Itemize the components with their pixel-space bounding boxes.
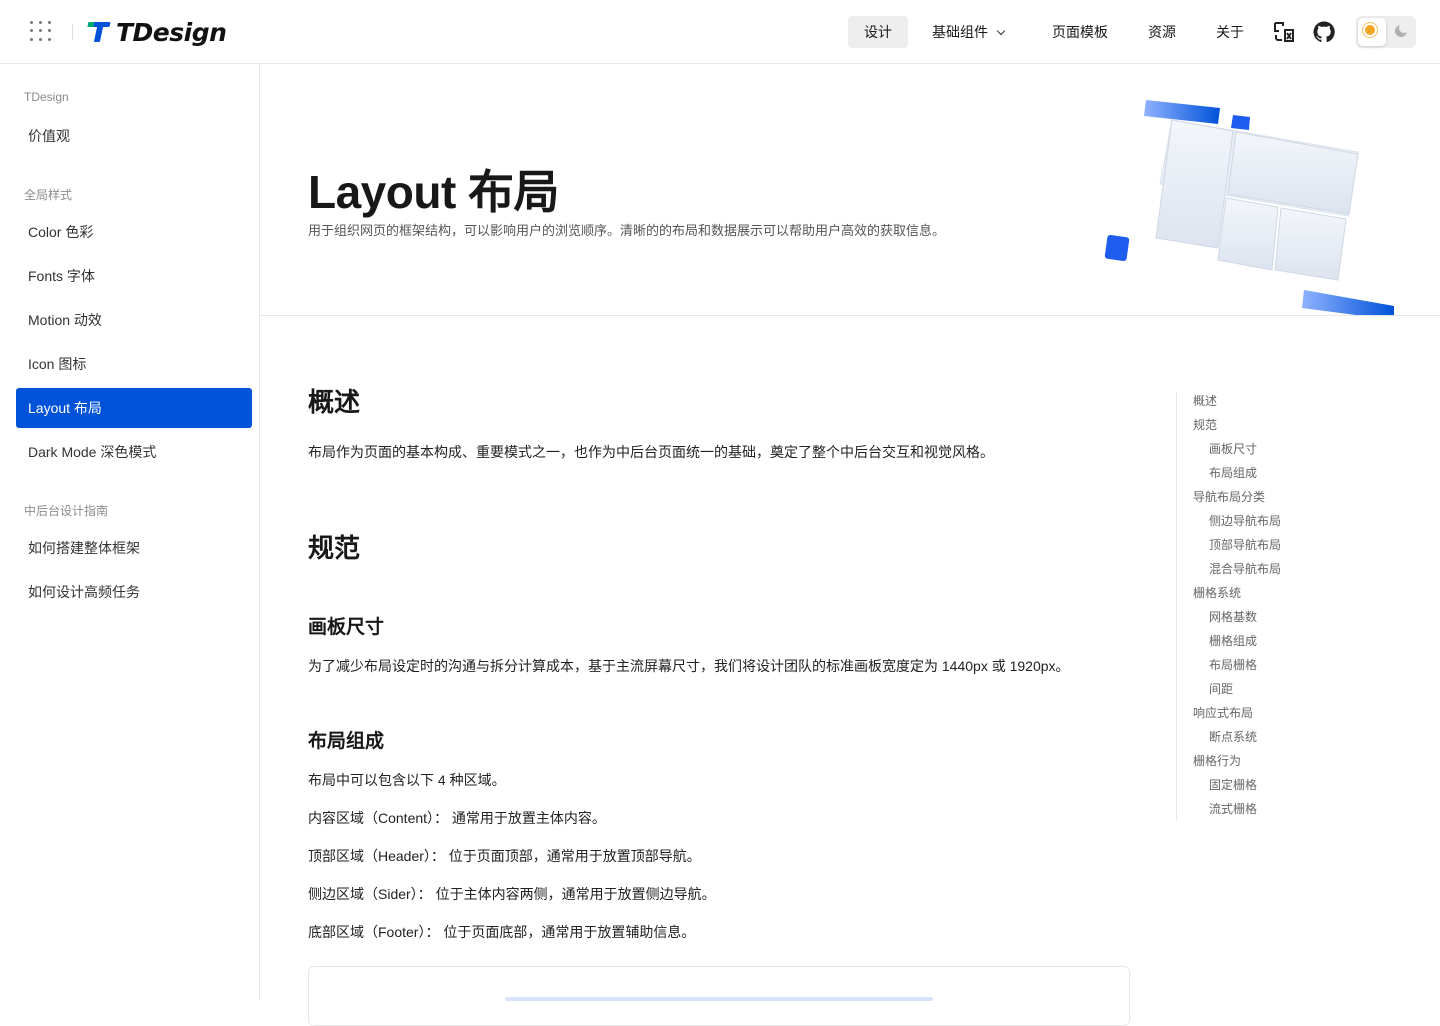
overview-text: 布局作为页面的基本构成、重要模式之一，也作为中后台页面统一的基础，奠定了整个中后…	[308, 444, 994, 460]
moon-icon	[1395, 23, 1409, 37]
layout-illustration	[1104, 100, 1394, 315]
toc-item[interactable]: 断点系统	[1209, 728, 1257, 745]
layout-demo-frame	[308, 966, 1130, 1026]
main-nav: 设计 基础组件 页面模板 资源 关于	[0, 16, 1440, 48]
toc-item[interactable]: 栅格行为	[1193, 752, 1241, 769]
page-title: Layout 布局	[308, 166, 560, 218]
compose-item: 顶部区域（Header）： 位于页面顶部，通常用于放置顶部导航。	[308, 848, 701, 864]
nav-item-resources[interactable]: 资源	[1132, 16, 1192, 48]
sidebar-item-color[interactable]: Color 色彩	[16, 212, 252, 252]
toc-item[interactable]: 固定栅格	[1209, 776, 1257, 793]
subsection-title-canvas: 画板尺寸	[308, 617, 385, 638]
section-title-spec: 规范	[308, 533, 361, 563]
toc-item[interactable]: 网格基数	[1209, 608, 1257, 625]
nav-item-templates[interactable]: 页面模板	[1036, 16, 1124, 48]
sidebar-item-icon[interactable]: Icon 图标	[16, 344, 252, 384]
toc-item[interactable]: 侧边导航布局	[1209, 512, 1281, 529]
section-title-overview: 概述	[308, 387, 361, 417]
sidebar-group-title: TDesign	[24, 90, 69, 104]
subsection-title-compose: 布局组成	[308, 731, 385, 752]
toc-item[interactable]: 布局栅格	[1209, 656, 1257, 673]
compose-item: 侧边区域（Sider）： 位于主体内容两侧，通常用于放置侧边导航。	[308, 886, 716, 902]
toc-item[interactable]: 布局组成	[1209, 464, 1257, 481]
compose-item: 内容区域（Content）： 通常用于放置主体内容。	[308, 810, 606, 826]
sidebar-group-title: 全局样式	[24, 188, 73, 202]
toc-item[interactable]: 间距	[1209, 680, 1233, 697]
toc-item[interactable]: 导航布局分类	[1193, 488, 1265, 505]
sidebar-item-framework[interactable]: 如何搭建整体框架	[16, 528, 252, 568]
sun-icon	[1365, 25, 1375, 35]
sidebar-item-high-freq[interactable]: 如何设计高频任务	[16, 572, 252, 612]
toc-item[interactable]: 画板尺寸	[1209, 440, 1257, 457]
page-description: 用于组织网页的框架结构，可以影响用户的浏览顺序。清晰的的布局和数据展示可以帮助用…	[308, 223, 946, 238]
github-icon[interactable]	[1312, 20, 1336, 44]
sidebar-item-layout[interactable]: Layout 布局	[16, 388, 252, 428]
compose-item: 底部区域（Footer）： 位于页面底部，通常用于放置辅助信息。	[308, 924, 696, 940]
toc-item[interactable]: 混合导航布局	[1209, 560, 1281, 577]
sidebar-item-fonts[interactable]: Fonts 字体	[16, 256, 252, 296]
top-header: TDesign 设计 基础组件 页面模板 资源 关于	[0, 0, 1440, 64]
toc-item[interactable]: 栅格系统	[1193, 584, 1241, 601]
toc-item[interactable]: 流式栅格	[1209, 800, 1257, 817]
hero-banner: Layout 布局 用于组织网页的框架结构，可以影响用户的浏览顺序。清晰的的布局…	[260, 64, 1440, 316]
nav-item-design[interactable]: 设计	[848, 16, 908, 48]
table-of-contents: 概述 规范 画板尺寸 布局组成 导航布局分类 侧边导航布局 顶部导航布局 混合导…	[1176, 392, 1376, 820]
toc-item[interactable]: 概述	[1193, 392, 1217, 409]
chevron-down-icon	[996, 26, 1006, 36]
sidebar-group-title: 中后台设计指南	[24, 504, 109, 518]
demo-header-strip	[505, 997, 933, 1001]
theme-toggle[interactable]	[1356, 16, 1416, 48]
sidebar-item-motion[interactable]: Motion 动效	[16, 300, 252, 340]
sidebar-item-dark-mode[interactable]: Dark Mode 深色模式	[16, 432, 252, 472]
toc-item[interactable]: 栅格组成	[1209, 632, 1257, 649]
nav-item-about[interactable]: 关于	[1200, 16, 1260, 48]
compose-intro: 布局中可以包含以下 4 种区域。	[308, 772, 506, 788]
canvas-text: 为了减少布局设定时的沟通与拆分计算成本，基于主流屏幕尺寸，我们将设计团队的标准画…	[308, 658, 1070, 674]
translate-icon[interactable]	[1272, 20, 1296, 44]
sidebar-item-values[interactable]: 价值观	[16, 116, 252, 156]
toc-item[interactable]: 规范	[1193, 416, 1217, 433]
toc-item[interactable]: 响应式布局	[1193, 704, 1253, 721]
nav-item-components[interactable]: 基础组件	[916, 16, 1020, 48]
toc-item[interactable]: 顶部导航布局	[1209, 536, 1281, 553]
sidebar: TDesign 价值观 全局样式 Color 色彩 Fonts 字体 Motio…	[0, 64, 260, 1000]
